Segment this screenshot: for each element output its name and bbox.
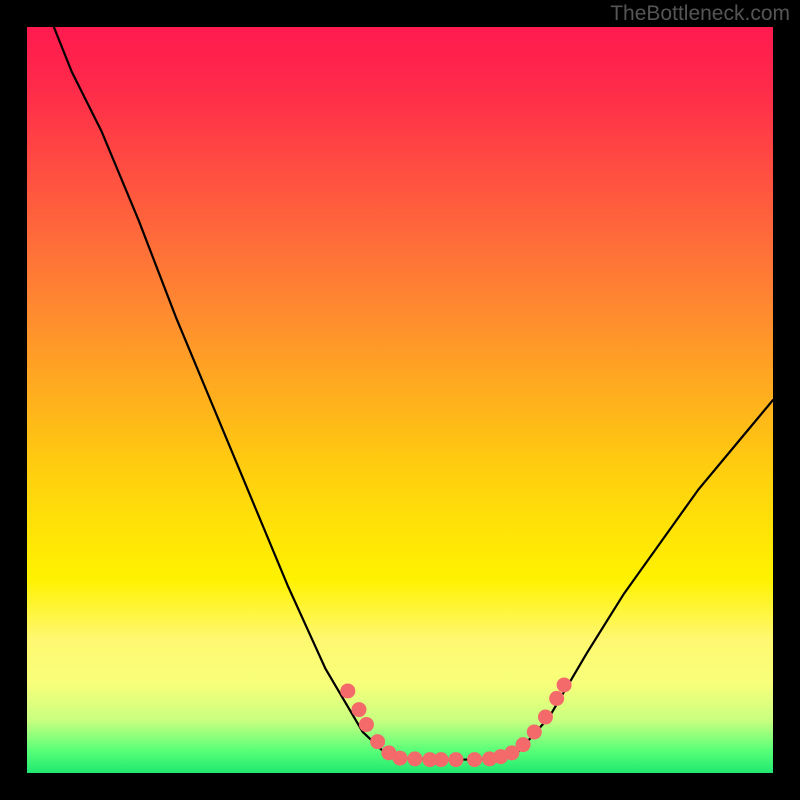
data-marker xyxy=(370,734,385,749)
chart-overlay xyxy=(27,27,773,773)
data-marker xyxy=(340,683,355,698)
data-marker xyxy=(407,751,422,766)
data-marker xyxy=(557,677,572,692)
data-marker xyxy=(527,724,542,739)
bottleneck-curve xyxy=(54,27,773,760)
data-marker xyxy=(448,752,463,767)
data-marker xyxy=(393,751,408,766)
data-marker xyxy=(516,737,531,752)
data-marker xyxy=(434,752,449,767)
data-marker xyxy=(549,691,564,706)
data-marker xyxy=(359,717,374,732)
data-marker xyxy=(351,702,366,717)
data-marker xyxy=(538,710,553,725)
chart-plot-area xyxy=(27,27,773,773)
attribution-text: TheBottleneck.com xyxy=(610,2,790,26)
data-marker xyxy=(467,752,482,767)
data-markers xyxy=(340,677,571,767)
